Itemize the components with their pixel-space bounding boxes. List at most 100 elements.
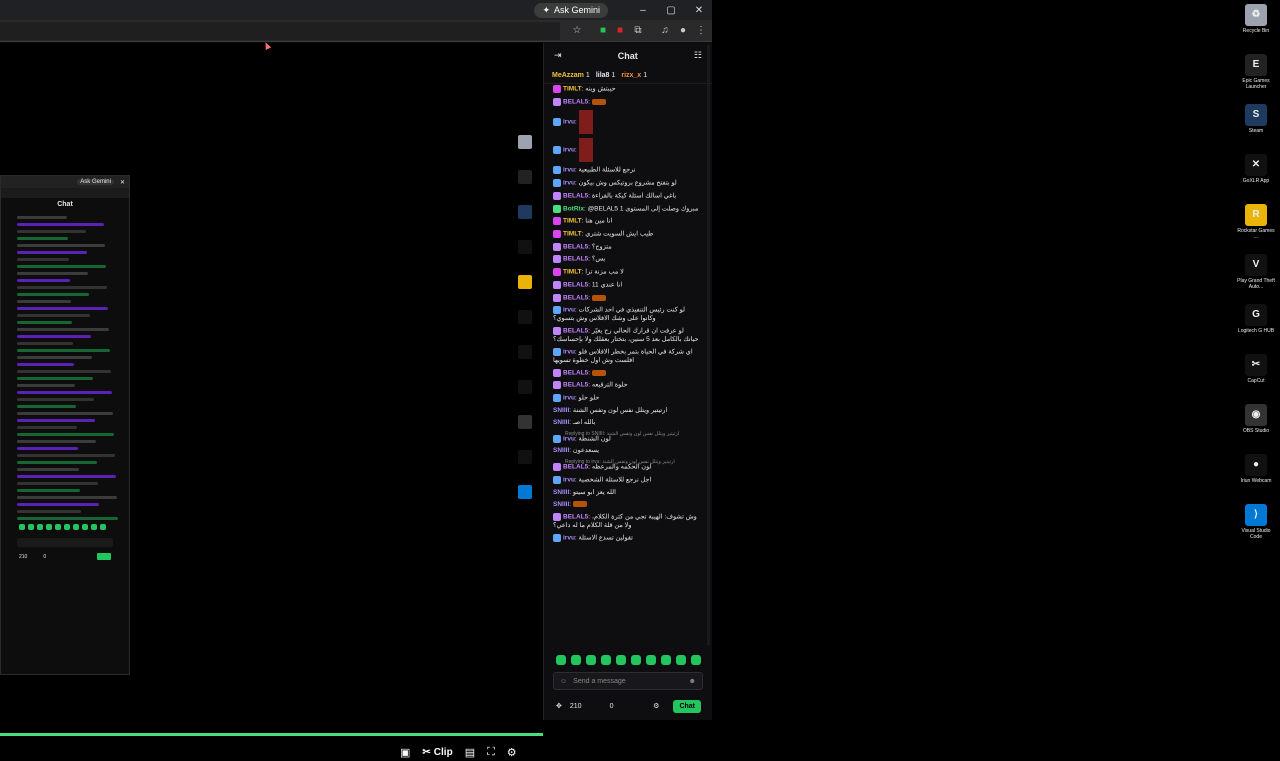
quick-emote-icon[interactable]	[661, 655, 671, 665]
puzzle-icon[interactable]: ⧉	[632, 25, 644, 37]
captions-icon[interactable]: ▤	[465, 746, 475, 759]
chat-message[interactable]: SNIIII: ارتيتير ويتلل نفس لون وتفس الشنة	[553, 407, 700, 415]
extension-icon[interactable]: ■	[597, 25, 609, 37]
star-icon[interactable]: ☆	[571, 25, 583, 37]
desktop-shortcut[interactable]: E Epic Games Launcher	[1236, 54, 1276, 90]
chat-message[interactable]: irvu: لو بتفتح مشروع بروتيكس وش بيكون	[553, 179, 700, 188]
emote-picker-icon[interactable]: ☺	[560, 678, 567, 685]
stream-player[interactable]: Ask Gemini ✕ Chat 210 0 ▣ ✂ Clip ▤ ⛶ ⚙	[0, 43, 543, 759]
chat-message[interactable]: TIMLT: لا مب مزنة ترا	[553, 268, 700, 277]
desktop-shortcut[interactable]: S Steam	[1236, 104, 1276, 134]
chat-username[interactable]: BotRix	[563, 205, 584, 212]
chat-message[interactable]: TIMLT: انا مين هنا	[553, 217, 700, 226]
chat-message[interactable]: BELAL5: لو عرفت ان قرارك الحالي رح يغيّر…	[553, 327, 700, 344]
chat-message[interactable]: irvu: لو كنت رئيس التنفيذي في احد الشركا…	[553, 306, 700, 323]
chat-username[interactable]: TIMLT	[563, 231, 582, 238]
chat-message[interactable]: BELAL5: باغي اسالك اسئلة كيكة بالقراءة	[553, 191, 700, 201]
desktop-shortcut[interactable]: ✕ GoXLR App	[1236, 154, 1276, 184]
chat-message[interactable]: SNIIII: يسعدعون	[553, 447, 700, 455]
chat-message[interactable]: BELAL5: متزوج؟	[553, 242, 700, 252]
chat-message[interactable]: irvu: نرجع للاسئلة الطبيعية	[553, 166, 700, 175]
gifter-entry[interactable]: rizx_x 1	[621, 72, 647, 79]
chat-username[interactable]: irvu	[563, 349, 575, 356]
chat-username[interactable]: irvu	[563, 477, 575, 484]
desktop-shortcut[interactable]: V Play Grand Theft Auto...	[1236, 254, 1276, 290]
chat-message[interactable]: SNIIII:	[553, 501, 700, 509]
emoji-icon[interactable]: ☻	[689, 678, 696, 685]
desktop-shortcut[interactable]: ● Iriun Webcam	[1236, 454, 1276, 484]
chat-username[interactable]: BELAL5	[563, 464, 588, 471]
chat-username[interactable]: BELAL5	[563, 382, 588, 389]
chat-username[interactable]: irvu	[563, 307, 575, 314]
quick-emote-icon[interactable]	[586, 655, 596, 665]
theater-mode-icon[interactable]: ▣	[400, 746, 410, 759]
chat-message[interactable]: BELAL5:	[553, 97, 700, 107]
chat-input[interactable]: ☺ Send a message ☻	[553, 672, 703, 690]
gifter-entry[interactable]: MeAzzam 1	[552, 72, 590, 79]
clip-button[interactable]: ✂ Clip	[422, 747, 452, 758]
chat-username[interactable]: BELAL5	[563, 193, 588, 200]
media-icon[interactable]: ♫	[659, 25, 671, 37]
chat-settings-icon[interactable]: ⚙	[653, 702, 659, 710]
menu-icon[interactable]: ⋮	[695, 25, 707, 37]
chat-username[interactable]: BELAL5	[563, 328, 588, 335]
chat-username[interactable]: irvu	[563, 119, 575, 126]
chat-username[interactable]: SNIIII	[553, 447, 569, 454]
chat-message[interactable]: BELAL5: انا عندي 11	[553, 280, 700, 290]
chat-username[interactable]: irvu	[563, 435, 575, 442]
chat-username[interactable]: TIMLT	[563, 218, 582, 225]
chat-username[interactable]: irvu	[563, 147, 575, 154]
minimize-button[interactable]: –	[636, 5, 650, 16]
chat-users-icon[interactable]: ☷	[694, 50, 702, 61]
chat-username[interactable]: BELAL5	[563, 514, 588, 521]
desktop-shortcut[interactable]: ✂ CapCut	[1236, 354, 1276, 384]
chat-message[interactable]: SNIIII: الله يعز ابو سيتو	[553, 489, 700, 497]
chat-username[interactable]: irvu	[563, 180, 575, 187]
chat-message[interactable]: irvu: حلو حلو	[553, 393, 700, 403]
address-bar[interactable]	[0, 22, 560, 40]
chat-message[interactable]: BELAL5:	[553, 368, 700, 378]
chat-username[interactable]: irvu	[563, 167, 575, 174]
quick-emote-icon[interactable]	[646, 655, 656, 665]
extension-red-icon[interactable]: ■	[614, 25, 626, 37]
desktop-shortcut[interactable]: ⟩ Visual Studio Code	[1236, 504, 1276, 540]
chat-username[interactable]: SNIIII	[553, 501, 569, 508]
chat-message[interactable]: TIMLT: حيبتش وينه	[553, 85, 700, 94]
chat-username[interactable]: SNIIII	[553, 407, 569, 414]
desktop-shortcut[interactable]: G Logitech G HUB	[1236, 304, 1276, 334]
chat-send-button[interactable]: Chat	[673, 699, 701, 713]
desktop-shortcut[interactable]: ◉ OBS Studio	[1236, 404, 1276, 434]
chat-username[interactable]: SNIIII	[553, 419, 569, 426]
quick-emote-icon[interactable]	[616, 655, 626, 665]
chat-username[interactable]: BELAL5	[563, 256, 588, 263]
chat-username[interactable]: BELAL5	[563, 282, 588, 289]
gifter-entry[interactable]: lila8 1	[596, 72, 616, 79]
chat-message[interactable]: BELAL5: وش تشوف: الهيبة تجي من كثرة الكل…	[553, 512, 700, 530]
chat-message[interactable]: BotRix: @BELAL5 مبروك وصلت إلى المستوى 1	[553, 204, 700, 214]
quick-emote-icon[interactable]	[631, 655, 641, 665]
quick-emote-icon[interactable]	[571, 655, 581, 665]
maximize-button[interactable]: ▢	[664, 5, 678, 16]
chat-username[interactable]: BELAL5	[563, 294, 588, 301]
chat-message[interactable]: irvu: اجل نرجع للاسئلة الشخصية	[553, 476, 700, 485]
chat-message[interactable]: irvu: تقولين تسدع الاسئلة	[553, 533, 700, 543]
ask-gemini-button[interactable]: ✦ Ask Gemini	[534, 2, 608, 18]
profile-icon[interactable]: ●	[677, 25, 689, 37]
quick-emote-icon[interactable]	[601, 655, 611, 665]
quick-emote-icon[interactable]	[676, 655, 686, 665]
chat-message[interactable]: irvu:	[553, 138, 700, 163]
chat-message[interactable]: BELAL5: بس؟	[553, 255, 700, 264]
collapse-chat-icon[interactable]: ⇥	[554, 50, 562, 61]
chat-username[interactable]: TIMLT	[563, 269, 582, 276]
fullscreen-icon[interactable]: ⛶	[487, 746, 495, 759]
settings-gear-icon[interactable]: ⚙	[507, 746, 517, 759]
chat-message[interactable]: SNIIII: بالله اصـ	[553, 419, 700, 427]
desktop-shortcut[interactable]: ♻ Recycle Bin	[1236, 4, 1276, 34]
chat-username[interactable]: TIMLT	[563, 86, 582, 93]
close-button[interactable]: ✕	[692, 5, 706, 16]
chat-username[interactable]: BELAL5	[563, 98, 588, 105]
chat-username[interactable]: irvu	[563, 534, 575, 541]
chat-username[interactable]: BELAL5	[563, 369, 588, 376]
quick-emote-icon[interactable]	[556, 655, 566, 665]
chat-username[interactable]: BELAL5	[563, 243, 588, 250]
